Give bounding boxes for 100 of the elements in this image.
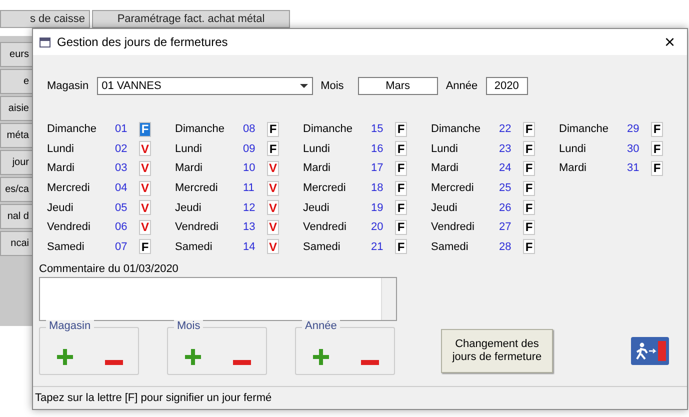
day-number: 17 [371, 162, 384, 174]
day-status-field[interactable]: F [139, 122, 151, 137]
background-tab[interactable]: Paramétrage fact. achat métal [92, 10, 290, 28]
increment-button[interactable] [184, 348, 202, 366]
day-status-field[interactable]: F [395, 180, 407, 196]
day-number: 27 [499, 221, 512, 234]
day-status-field[interactable]: F [395, 220, 407, 235]
day-status-field[interactable]: F [523, 180, 535, 196]
day-status-field[interactable]: F [651, 160, 663, 176]
weekday-label: Vendredi [303, 221, 348, 234]
day-number: 30 [627, 142, 640, 155]
day-number: 21 [371, 240, 384, 253]
exit-button[interactable] [631, 337, 669, 366]
day-status-field[interactable]: F [523, 220, 535, 235]
weekday-label: Lundi [175, 142, 203, 155]
day-number: 24 [499, 162, 512, 174]
group-label: Magasin [46, 320, 94, 332]
day-number: 02 [115, 142, 128, 155]
weekday-label: Mercredi [303, 182, 347, 194]
day-status-field[interactable]: V [267, 180, 279, 196]
day-status-field[interactable]: V [267, 200, 279, 216]
group-label: Mois [174, 320, 204, 332]
day-number: 23 [499, 142, 512, 155]
weekday-label: Samedi [47, 240, 86, 253]
window-title: Gestion des jours de fermetures [57, 35, 229, 49]
group-label: Année [302, 320, 340, 332]
day-status-field[interactable]: V [139, 160, 151, 176]
annee-field[interactable]: 2020 [486, 77, 528, 95]
exit-icon [631, 337, 669, 366]
weekday-label: Jeudi [175, 202, 202, 214]
change-closing-days-button[interactable]: Changement des jours de fermeture [441, 329, 553, 374]
day-status-field[interactable]: V [267, 220, 279, 235]
day-number: 20 [371, 221, 384, 234]
weekday-label: Lundi [559, 142, 587, 155]
day-number: 22 [499, 123, 512, 136]
day-status-field[interactable]: F [523, 160, 535, 176]
day-number: 14 [243, 240, 256, 253]
weekday-label: Samedi [175, 240, 214, 253]
day-status-field[interactable]: F [395, 122, 407, 137]
mois-label: Mois [320, 80, 344, 92]
day-status-field[interactable]: F [395, 160, 407, 176]
background-tab[interactable]: s de caisse [0, 10, 90, 28]
day-status-field[interactable]: F [651, 122, 663, 137]
weekday-label: Samedi [431, 240, 470, 253]
minus-icon [104, 360, 122, 366]
day-number: 15 [371, 123, 384, 136]
mois-field[interactable]: Mars [358, 77, 438, 95]
increment-button[interactable] [56, 348, 74, 366]
decrement-button[interactable] [104, 360, 122, 366]
day-status-field[interactable]: F [523, 239, 535, 254]
day-number: 13 [243, 221, 256, 234]
day-status-field[interactable]: F [395, 239, 407, 254]
weekday-label: Vendredi [47, 221, 92, 234]
decrement-button[interactable] [232, 360, 250, 366]
day-status-field[interactable]: V [267, 239, 279, 254]
weekday-label: Mardi [303, 162, 332, 174]
day-number: 10 [243, 162, 256, 174]
weekday-label: Dimanche [47, 123, 98, 136]
weekday-label: Mardi [431, 162, 460, 174]
day-status-field[interactable]: F [523, 200, 535, 216]
day-status-field[interactable]: F [395, 200, 407, 216]
day-status-field[interactable]: V [139, 180, 151, 196]
day-status-field[interactable]: F [651, 141, 663, 156]
weekday-label: Samedi [303, 240, 342, 253]
day-number: 05 [115, 202, 128, 214]
weekday-label: Mercredi [431, 182, 475, 194]
comment-field[interactable] [39, 277, 397, 322]
day-status-field[interactable]: F [139, 239, 151, 254]
day-status-field[interactable]: F [267, 122, 279, 137]
increment-button[interactable] [312, 348, 330, 366]
decrement-button[interactable] [360, 360, 378, 366]
day-status-field[interactable]: V [139, 200, 151, 216]
day-status-field[interactable]: F [523, 122, 535, 137]
day-status-field[interactable]: V [139, 141, 151, 156]
close-button[interactable]: × [658, 33, 681, 51]
day-number: 25 [499, 182, 512, 194]
day-status-field[interactable]: F [267, 141, 279, 156]
day-status-field[interactable]: F [523, 141, 535, 156]
weekday-label: Vendredi [431, 221, 476, 234]
day-status-field[interactable]: F [395, 141, 407, 156]
weekday-label: Mardi [47, 162, 76, 174]
day-number: 01 [115, 123, 128, 136]
weekday-label: Dimanche [175, 123, 226, 136]
dropdown-arrow-icon [300, 84, 308, 88]
weekday-label: Jeudi [303, 202, 330, 214]
day-number: 08 [243, 123, 256, 136]
weekday-label: Mercredi [175, 182, 219, 194]
magasin-dropdown[interactable]: 01 VANNES [96, 77, 313, 95]
weekday-label: Lundi [431, 142, 459, 155]
day-status-field[interactable]: V [267, 160, 279, 176]
day-number: 28 [499, 240, 512, 253]
day-number: 06 [115, 221, 128, 234]
day-number: 18 [371, 182, 384, 194]
comment-label: Commentaire du 01/03/2020 [39, 263, 180, 276]
weekday-label: Jeudi [431, 202, 458, 214]
day-number: 09 [243, 142, 256, 155]
plus-icon [312, 348, 330, 366]
status-bar: Tapez sur la lettre [F] pour signifier un jour fermé [33, 386, 687, 409]
plus-icon [56, 348, 74, 366]
day-status-field[interactable]: V [139, 220, 151, 235]
